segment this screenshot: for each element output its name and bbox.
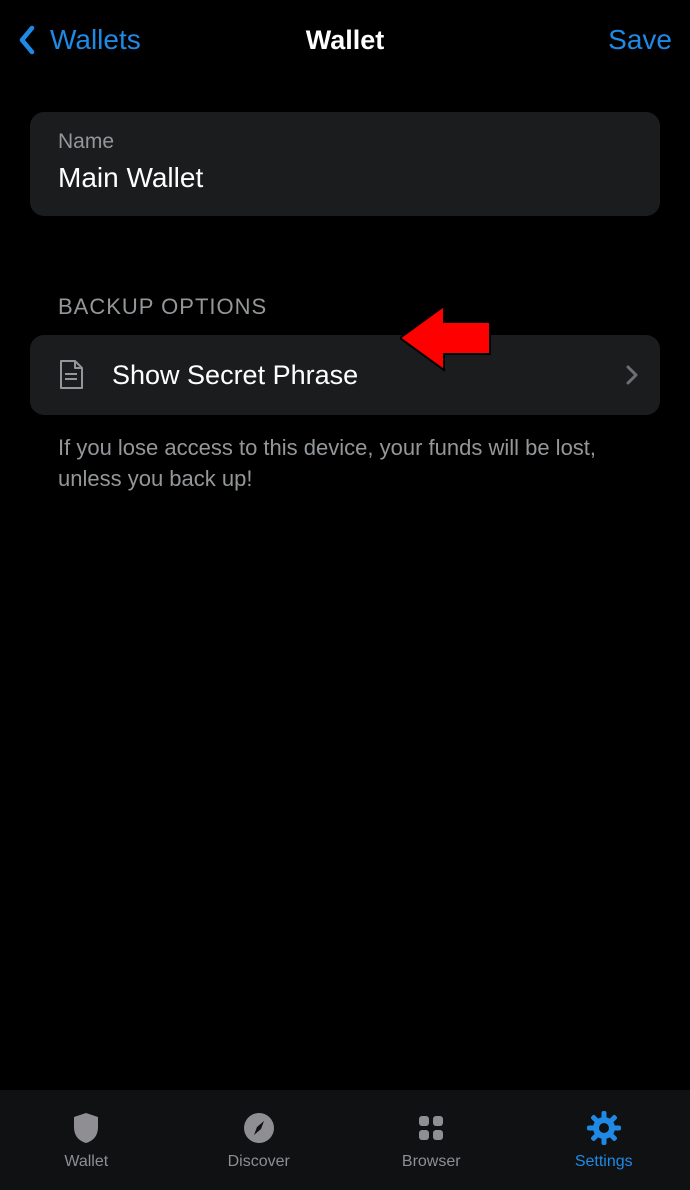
compass-icon: [241, 1110, 277, 1146]
gear-icon: [586, 1110, 622, 1146]
back-button[interactable]: Wallets: [18, 24, 141, 56]
chevron-right-icon: [626, 365, 638, 385]
chevron-left-icon: [18, 25, 36, 55]
grid-icon: [413, 1110, 449, 1146]
wallet-name-value: Main Wallet: [58, 162, 632, 194]
wallet-name-field[interactable]: Name Main Wallet: [30, 112, 660, 216]
shield-icon: [68, 1110, 104, 1146]
backup-warning-text: If you lose access to this device, your …: [30, 415, 660, 495]
page-title: Wallet: [306, 25, 385, 56]
tab-discover[interactable]: Discover: [173, 1110, 346, 1171]
tab-settings[interactable]: Settings: [518, 1110, 690, 1171]
tab-settings-label: Settings: [575, 1153, 633, 1171]
tab-browser[interactable]: Browser: [345, 1110, 518, 1171]
tab-bar: Wallet Discover Browser: [0, 1090, 690, 1190]
show-secret-phrase-row[interactable]: Show Secret Phrase: [30, 335, 660, 415]
back-label: Wallets: [50, 24, 141, 56]
nav-bar: Wallets Wallet Save: [0, 0, 690, 80]
show-secret-phrase-label: Show Secret Phrase: [112, 360, 626, 391]
backup-options-header: BACKUP OPTIONS: [30, 294, 660, 320]
tab-wallet-label: Wallet: [64, 1153, 108, 1171]
content-area: Name Main Wallet BACKUP OPTIONS Show Sec…: [0, 80, 690, 495]
document-icon: [58, 360, 84, 390]
save-button[interactable]: Save: [608, 24, 672, 56]
wallet-name-label: Name: [58, 130, 632, 154]
tab-wallet[interactable]: Wallet: [0, 1110, 173, 1171]
tab-browser-label: Browser: [402, 1153, 461, 1171]
tab-discover-label: Discover: [228, 1153, 290, 1171]
